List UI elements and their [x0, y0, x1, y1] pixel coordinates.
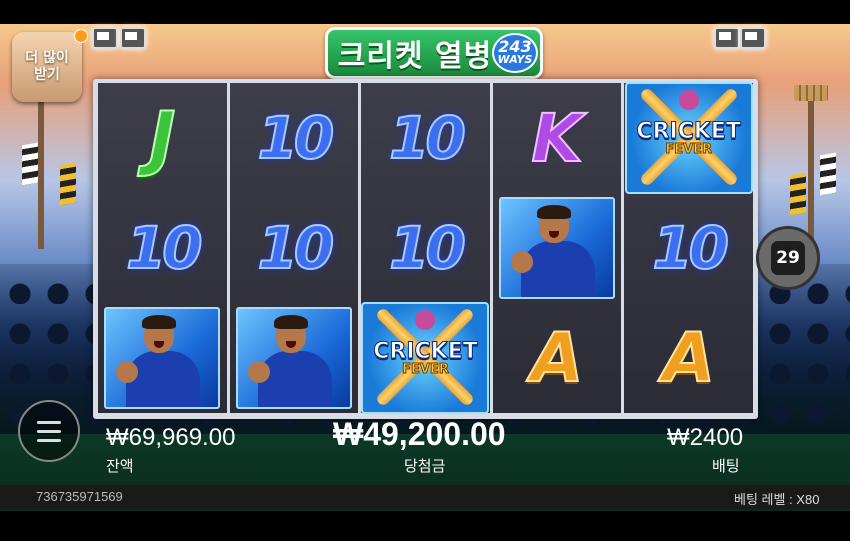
cricket-player-symbol	[104, 307, 221, 409]
reel-cell: CRICKET FEVER	[361, 302, 490, 414]
balance-label: 잔액	[106, 458, 134, 475]
reel-cell: 10	[361, 83, 490, 193]
ways-count: 243	[498, 37, 532, 56]
hamburger-icon	[37, 420, 61, 424]
info-bar	[0, 485, 850, 509]
ways-label: WAYS	[497, 53, 533, 66]
symbol-10: 10	[388, 103, 467, 173]
spotlight-icon	[740, 27, 766, 49]
cricket-player-symbol	[235, 307, 352, 409]
wild-text-line2: FEVER	[402, 362, 450, 378]
win-value: ₩49,200.00	[333, 416, 506, 452]
logo-title: 크리켓 열병	[337, 39, 493, 74]
round-id: 736735971569	[36, 489, 123, 504]
autoplay-counter: 29	[771, 241, 805, 275]
symbol-a: A	[530, 318, 585, 399]
bet-label: 배팅	[712, 458, 740, 475]
cricket-fever-wild-symbol: CRICKET FEVER	[624, 82, 753, 194]
get-more-label: 받기	[34, 67, 60, 83]
bet-value[interactable]: ₩2400	[667, 424, 743, 452]
spotlight-icon	[92, 27, 118, 49]
checkered-flag	[60, 162, 76, 206]
balance-value: ₩69,969.00	[106, 424, 236, 451]
hamburger-icon	[37, 429, 61, 433]
symbol-10: 10	[257, 213, 336, 283]
reel-column: 10 10	[229, 83, 359, 413]
notification-dot	[74, 29, 88, 43]
reel-cell: K	[493, 83, 622, 193]
floodlight-tower	[794, 85, 828, 249]
reel-cell	[230, 303, 359, 413]
reel-cell: A	[624, 303, 753, 413]
reel-cell: 10	[230, 83, 359, 193]
cricket-fever-wild-symbol: CRICKET FEVER	[361, 302, 490, 414]
checkered-flag	[22, 142, 38, 186]
reel-column: J 10	[98, 83, 227, 413]
spotlight-icon	[714, 27, 740, 49]
floodlight-tower	[24, 85, 58, 249]
hamburger-icon	[37, 438, 61, 442]
get-more-label: 더 많이	[25, 50, 69, 66]
reel-column: KA	[492, 83, 622, 413]
wild-text-line1: CRICKET	[373, 339, 478, 365]
symbol-10: 10	[125, 213, 204, 283]
symbol-k: K	[530, 99, 583, 178]
get-more-button[interactable]: 더 많이 받기	[12, 32, 82, 102]
symbol-j: J	[148, 96, 176, 180]
menu-button[interactable]	[18, 400, 80, 462]
symbol-a: A	[661, 318, 716, 399]
reel-cell: CRICKET FEVER	[624, 82, 753, 194]
reel-cell: 10	[230, 193, 359, 303]
reel-cell	[98, 303, 227, 413]
autoplay-counter-button[interactable]: 29	[756, 226, 820, 290]
reel-cell: J	[98, 83, 227, 193]
checkered-flag	[820, 152, 836, 196]
reel-column: 10 10 CRICKET FEVER	[361, 83, 490, 414]
cricket-player-symbol	[499, 197, 616, 299]
reel-cell	[493, 193, 622, 303]
ways-badge: 243 WAYS	[492, 33, 538, 73]
reel-cell: 10	[624, 193, 753, 303]
symbol-10: 10	[651, 213, 730, 283]
wild-text-line1: CRICKET	[636, 119, 741, 145]
reel-cell: 10	[98, 193, 227, 303]
symbol-10: 10	[257, 103, 336, 173]
wild-text-line2: FEVER	[665, 142, 713, 158]
reel-column: CRICKET FEVER 10 A	[624, 82, 753, 413]
win-label: 당첨금	[404, 458, 446, 475]
checkered-flag	[790, 172, 806, 216]
reel-cell: A	[493, 303, 622, 413]
spotlight-icon	[120, 27, 146, 49]
bet-level: 베팅 레벨 : X80	[734, 492, 820, 507]
reel-grid: J 10 10 10 10 10 CRICKET FEVER K A CRICKET FEVER 10 A	[98, 82, 753, 414]
symbol-10: 10	[388, 213, 467, 283]
reel-cell: 10	[361, 193, 490, 303]
